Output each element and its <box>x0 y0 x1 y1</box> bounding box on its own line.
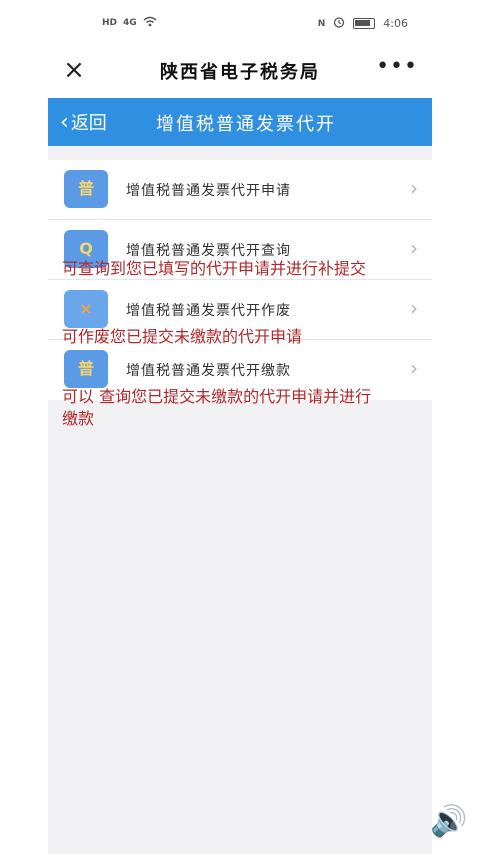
chevron-right-icon: › <box>410 176 418 200</box>
chevron-right-icon: › <box>410 356 418 380</box>
speaker-icon[interactable]: 🔊 <box>430 804 467 839</box>
chevron-right-icon: › <box>410 236 418 260</box>
status-left-icons: HD 4G <box>102 16 157 30</box>
nav-bar: × 陕西省电子税务局 ••• <box>48 44 432 98</box>
back-button[interactable]: ‹ 返回 <box>60 109 107 135</box>
page-title: 陕西省电子税务局 <box>160 62 320 83</box>
sub-header: ‹ 返回 增值税普通发票代开 <box>48 98 432 146</box>
menu-item-label: 增值税普通发票代开查询 <box>126 243 291 259</box>
void-ticket-icon: × <box>64 290 108 328</box>
status-bar: HD 4G N 4:06 <box>48 0 432 44</box>
annotation-void: 可作废您已提交未缴款的代开申请 <box>62 327 303 346</box>
section-title: 增值税普通发票代开 <box>156 114 336 135</box>
back-label: 返回 <box>70 113 107 134</box>
menu-item-label: 增值税普通发票代开申请 <box>126 183 291 199</box>
wifi-icon <box>143 16 157 30</box>
clock-time: 4:06 <box>383 17 408 30</box>
menu-list: 普 增值税普通发票代开申请 › Q 增值税普通发票代开查询 › × 增值税普通发… <box>48 160 432 400</box>
close-icon[interactable]: × <box>60 56 88 84</box>
hd-icon: HD <box>102 18 118 28</box>
signal-icon: 4G <box>123 18 137 28</box>
chevron-right-icon: › <box>410 296 418 320</box>
menu-item-apply[interactable]: 普 增值税普通发票代开申请 › <box>48 160 432 220</box>
alarm-icon <box>333 16 345 31</box>
chevron-left-icon: ‹ <box>60 109 69 135</box>
status-right-icons: N 4:06 <box>318 16 408 31</box>
invoice-icon: 普 <box>64 170 108 208</box>
more-icon[interactable]: ••• <box>376 54 418 79</box>
invoice-icon: 普 <box>64 350 108 388</box>
menu-item-label: 增值税普通发票代开作废 <box>126 303 291 319</box>
annotation-pay: 可以 查询您已提交未缴款的代开申请并进行缴款 <box>62 387 372 428</box>
battery-icon <box>353 18 376 29</box>
annotation-query: 可查询到您已填写的代开申请并进行补提交 <box>62 259 367 278</box>
menu-item-label: 增值税普通发票代开缴款 <box>126 363 291 379</box>
nfc-icon: N <box>317 18 326 29</box>
phone-frame: HD 4G N 4:06 × 陕西省电子税务局 ••• ‹ 返回 增值税普通发票… <box>0 0 480 854</box>
